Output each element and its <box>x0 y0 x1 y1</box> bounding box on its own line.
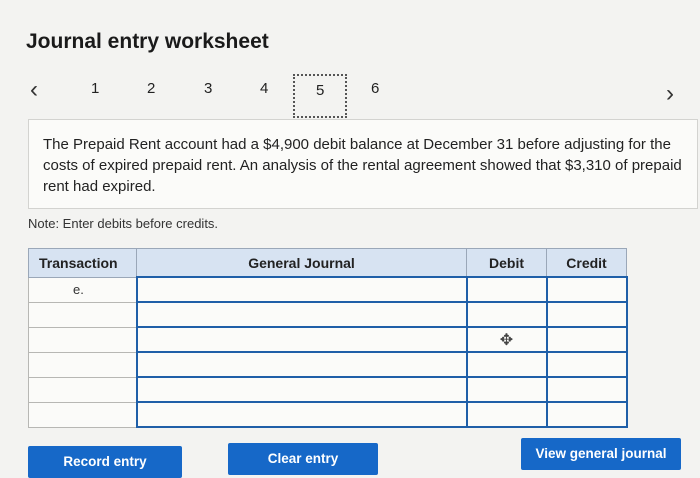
page-4-link[interactable]: 4 <box>260 80 268 97</box>
debit-input[interactable] <box>465 376 548 403</box>
page-1-link[interactable]: 1 <box>91 80 99 97</box>
general-journal-header: General Journal <box>136 248 467 278</box>
debit-input[interactable] <box>465 351 548 378</box>
page-5-link[interactable]: 5 <box>316 82 324 99</box>
transaction-header: Transaction <box>28 248 137 278</box>
table-row: e. <box>28 276 628 303</box>
move-cursor-icon: ✥ <box>499 331 514 349</box>
account-input[interactable] <box>135 351 468 378</box>
page-title: Journal entry worksheet <box>26 30 269 53</box>
transaction-cell <box>28 401 137 428</box>
transaction-cell <box>28 376 137 403</box>
debit-header: Debit <box>466 248 547 278</box>
account-input[interactable] <box>135 401 468 428</box>
page-2-link[interactable]: 2 <box>147 80 155 97</box>
view-general-journal-button[interactable]: View general journal <box>521 438 681 470</box>
next-page-arrow-icon[interactable]: › <box>666 80 674 108</box>
journal-table: Transaction General Journal Debit Credit… <box>28 248 628 428</box>
clear-entry-button[interactable]: Clear entry <box>228 443 378 475</box>
table-row <box>28 401 628 428</box>
debit-input[interactable] <box>465 401 548 428</box>
journal-header-row: Transaction General Journal Debit Credit <box>28 248 627 278</box>
credit-input[interactable] <box>545 276 628 303</box>
account-input[interactable] <box>135 276 468 303</box>
account-input[interactable] <box>135 301 468 328</box>
account-input[interactable] <box>135 326 468 353</box>
transaction-cell <box>28 301 137 328</box>
account-input[interactable] <box>135 376 468 403</box>
prev-page-arrow-icon[interactable]: ‹ <box>30 76 38 104</box>
debit-input[interactable] <box>465 301 548 328</box>
table-row: ✥ <box>28 326 628 353</box>
table-row <box>28 376 628 403</box>
record-entry-button[interactable]: Record entry <box>28 446 182 478</box>
credit-input[interactable] <box>545 401 628 428</box>
credit-input[interactable] <box>545 326 628 353</box>
problem-text: The Prepaid Rent account had a $4,900 de… <box>43 136 682 195</box>
entry-note: Note: Enter debits before credits. <box>28 216 219 231</box>
table-row <box>28 301 628 328</box>
transaction-cell <box>28 351 137 378</box>
transaction-cell <box>28 326 137 353</box>
debit-input[interactable] <box>465 276 548 303</box>
credit-input[interactable] <box>545 301 628 328</box>
table-row <box>28 351 628 378</box>
problem-statement: The Prepaid Rent account had a $4,900 de… <box>28 119 698 209</box>
page-6-link[interactable]: 6 <box>371 80 379 97</box>
debit-input[interactable]: ✥ <box>465 326 548 353</box>
credit-header: Credit <box>546 248 627 278</box>
transaction-cell: e. <box>28 276 137 303</box>
credit-input[interactable] <box>545 376 628 403</box>
page-3-link[interactable]: 3 <box>204 80 212 97</box>
worksheet-pager: ‹ 1 2 3 4 5 6 › <box>0 74 700 118</box>
credit-input[interactable] <box>545 351 628 378</box>
